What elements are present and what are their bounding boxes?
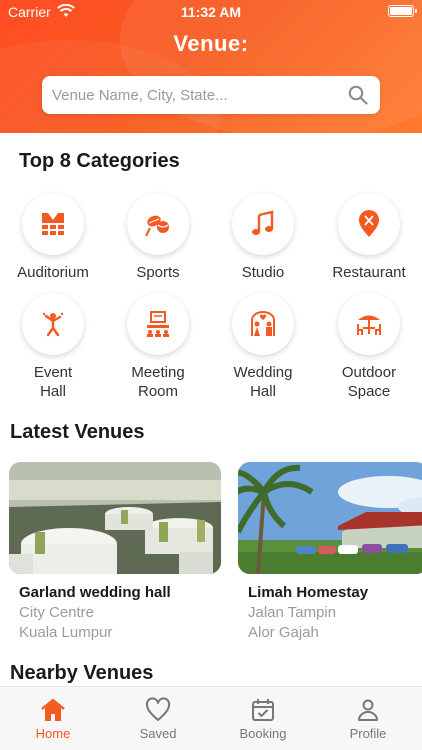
category-studio[interactable]: Studio [213,193,313,282]
venue-city: Kuala Lumpur [19,624,113,641]
venue-city: Alor Gajah [248,624,319,641]
category-label: Meeting Room [131,364,185,400]
categories-title: Top 8 Categories [19,150,180,172]
category-circle[interactable] [232,193,294,255]
category-event-hall[interactable]: Event Hall [3,293,103,401]
category-sports[interactable]: Sports [108,193,208,282]
latest-venues-title: Latest Venues [10,421,145,443]
category-circle[interactable] [127,193,189,255]
category-meeting-room[interactable]: Meeting Room [108,293,208,401]
category-restaurant[interactable]: Restaurant [319,193,419,282]
category-circle[interactable] [232,293,294,355]
calendar-icon [252,699,274,721]
category-wedding-hall[interactable]: Wedding Hall [213,293,313,401]
tab-label: Booking [239,726,287,741]
music-note-icon [252,210,274,235]
outdoor-space-icon [357,315,381,335]
wedding-hall-photo [9,462,221,574]
restaurant-icon [359,210,379,237]
venue-card-garland[interactable]: Garland wedding hall City Centre Kuala L… [9,462,221,641]
category-circle[interactable] [338,193,400,255]
category-label: Sports [136,264,180,281]
venue-card-limah[interactable]: Limah Homestay Jalan Tampin Alor Gajah [238,462,422,641]
nearby-venues-title: Nearby Venues [10,662,154,684]
tab-home[interactable]: Home [8,697,98,741]
tab-profile[interactable]: Profile [323,697,413,741]
event-hall-icon [42,312,64,337]
category-circle[interactable] [127,293,189,355]
sports-icon [145,215,169,237]
auditorium-icon [42,213,64,235]
venue-photo[interactable] [9,462,221,574]
search-bar[interactable] [42,76,380,114]
venue-photo[interactable] [238,462,422,574]
status-bar: Carrier 11:32 AM [0,0,422,24]
category-circle[interactable] [22,193,84,255]
homestay-photo [238,462,422,574]
venue-area: Jalan Tampin [248,604,337,621]
category-label: Wedding Hall [233,364,293,400]
category-circle[interactable] [338,293,400,355]
tab-saved[interactable]: Saved [113,697,203,741]
venue-area: City Centre [19,604,95,621]
app-header: Carrier 11:32 AM Venue: [0,0,422,133]
tab-label: Home [35,726,71,741]
category-label: Event Hall [33,364,73,400]
category-label: Auditorium [17,264,89,281]
tab-bar: Home Saved Booking Profile [0,686,422,750]
battery-icon [388,5,417,17]
heart-icon [145,697,171,721]
category-label: Outdoor Space [341,364,397,400]
category-circle[interactable] [22,293,84,355]
search-input[interactable] [52,76,342,114]
category-auditorium[interactable]: Auditorium [3,193,103,282]
tab-booking[interactable]: Booking [218,697,308,741]
venue-name: Limah Homestay [248,584,369,601]
home-icon [41,698,65,721]
category-label: Restaurant [332,264,406,281]
tab-label: Saved [139,726,177,741]
person-icon [358,699,378,721]
meeting-room-icon [147,311,169,337]
venue-name: Garland wedding hall [19,584,171,601]
category-outdoor-space[interactable]: Outdoor Space [319,293,419,401]
category-label: Studio [241,264,285,281]
app-logo: Venue: [173,31,249,56]
wedding-hall-icon [251,311,275,336]
tab-label: Profile [349,726,387,741]
search-icon[interactable] [348,85,368,105]
status-time: 11:32 AM [180,4,242,20]
